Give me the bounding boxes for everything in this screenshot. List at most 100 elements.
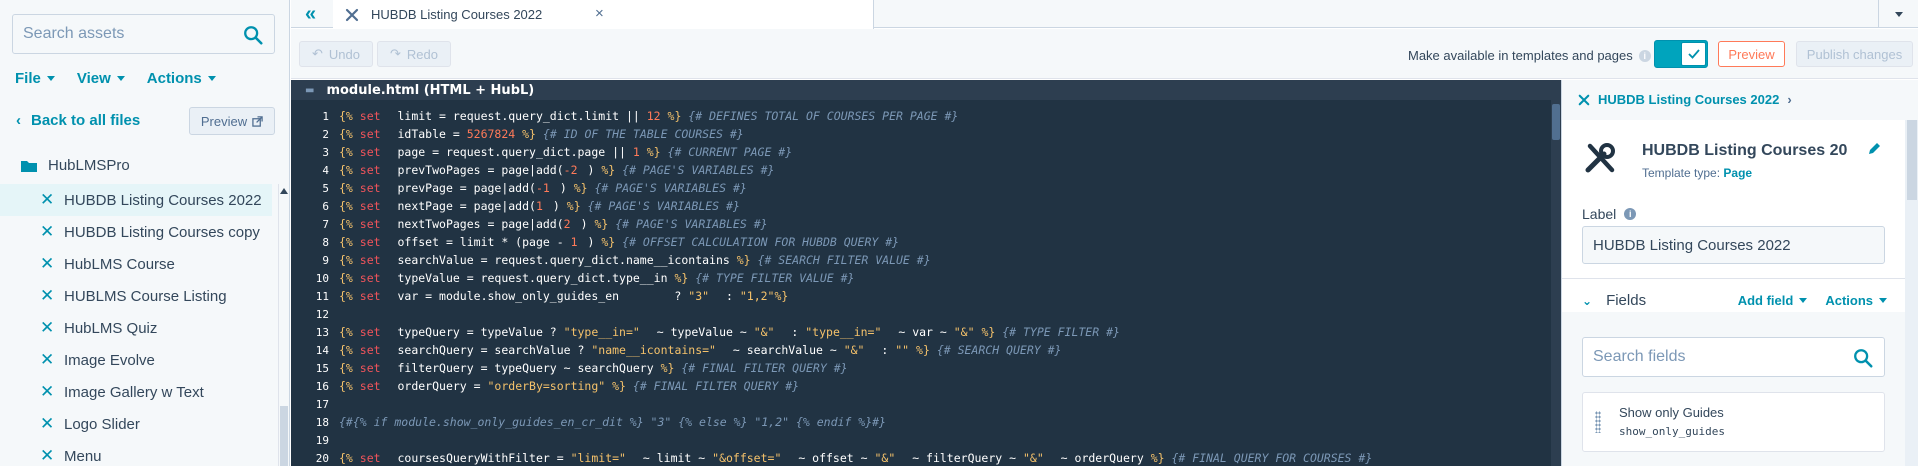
field-card[interactable]: Show only Guides show_only_guides [1582, 392, 1885, 452]
wrench-screwdriver-icon [1585, 143, 1615, 173]
chevron-down-icon[interactable]: ▬ [305, 85, 314, 96]
tree-item[interactable]: ✕ HUBLMS Course Listing [0, 280, 272, 312]
edit-pencil-icon[interactable] [1867, 142, 1881, 156]
code-token: ~ orderQuery [1053, 451, 1144, 465]
preview-button[interactable]: Preview [1718, 41, 1785, 67]
scrollbar-thumb[interactable] [1907, 120, 1917, 200]
tree-item[interactable]: ✕ Logo Slider [0, 408, 272, 440]
line-number: 20 [315, 451, 329, 465]
code-line[interactable]: 19 [291, 431, 1551, 449]
code-line[interactable]: 4 {% set prevTwoPages = page|add(-2) %} {… [291, 161, 1551, 179]
actions-menu[interactable]: Actions [147, 70, 216, 87]
code-line[interactable]: 6 {% set nextPage = page|add(1) %} {# PAG… [291, 197, 1551, 215]
editor-file-header[interactable]: ▬ module.html (HTML + HubL) [291, 80, 1561, 100]
tree-item[interactable]: ✕ Image Gallery w Text [0, 376, 272, 408]
sidebar-preview-button[interactable]: Preview [189, 107, 275, 135]
code-token: ~ offset ~ [791, 451, 875, 465]
scrollbar-thumb[interactable] [1552, 104, 1560, 140]
add-field-button[interactable]: Add field [1738, 293, 1808, 308]
field-key: show_only_guides [1619, 425, 1725, 438]
code-line[interactable]: 2 {% set idTable = 5267824 %} {# ID OF TH… [291, 125, 1551, 143]
template-type-link[interactable]: Page [1723, 166, 1752, 180]
code-line[interactable]: 8 {% set offset = limit * (page - 1) %} {… [291, 233, 1551, 251]
code-lines[interactable]: 1 {% set limit = request.query_dict.limit… [291, 107, 1551, 466]
code-token: %} [566, 181, 588, 195]
search-icon[interactable] [242, 24, 264, 46]
code-text: {% set nextTwoPages = page|add(2) %} {# … [329, 217, 768, 231]
code-token: "&" [953, 325, 975, 339]
code-token: {# CURRENT PAGE #} [660, 145, 793, 159]
search-icon[interactable] [1852, 347, 1874, 369]
undo-label: Undo [328, 46, 360, 62]
code-token: ) [580, 217, 588, 231]
line-number: 9 [322, 253, 329, 267]
code-text: {% set limit = request.query_dict.limit … [329, 109, 958, 123]
back-to-files-link[interactable]: ‹ Back to all files [16, 112, 140, 129]
inspector-breadcrumb[interactable]: HUBDB Listing Courses 2022 › [1578, 92, 1792, 107]
chevron-down-icon [116, 76, 125, 81]
tree-item[interactable]: ✕ HubLMS Course [0, 248, 272, 280]
scrollbar-thumb[interactable] [280, 406, 288, 466]
info-icon[interactable]: i [1624, 208, 1637, 220]
tree-item[interactable]: ✕ HubLMS Quiz [0, 312, 272, 344]
code-editor[interactable]: ▬ module.html (HTML + HubL) 1 {% set limi… [291, 80, 1561, 466]
code-line[interactable]: 13 {% set typeQuery = typeValue ? "type__… [291, 323, 1551, 341]
code-line[interactable]: 12 [291, 305, 1551, 323]
code-line[interactable]: 3 {% set page = request.query_dict.page |… [291, 143, 1551, 161]
line-number: 14 [315, 343, 329, 357]
chevron-down-icon[interactable]: ⌄ [1582, 294, 1592, 308]
code-line[interactable]: 15 {% set filterQuery = typeQuery ~ searc… [291, 359, 1551, 377]
line-number: 18 [315, 415, 329, 429]
availability-toggle[interactable] [1654, 40, 1708, 68]
availability-text: Make available in templates and pages [1408, 48, 1633, 63]
asset-search-box[interactable] [12, 14, 275, 54]
tree-item[interactable]: ✕ HUBDB Listing Courses copy [0, 216, 272, 248]
sidebar-scrollbar[interactable] [278, 184, 288, 466]
asset-search-input[interactable] [13, 15, 233, 53]
code-token: %} [515, 127, 536, 141]
code-token: %} [1143, 451, 1165, 465]
view-menu[interactable]: View [77, 70, 125, 87]
tree-item[interactable]: ✕ HUBDB Listing Courses 2022 [0, 184, 272, 216]
code-line[interactable]: 16 {% set orderQuery = "orderBy=sorting" … [291, 377, 1551, 395]
code-token: "&" [874, 451, 896, 465]
tab-overflow-menu[interactable] [1878, 0, 1918, 28]
code-line[interactable]: 9 {% set searchValue = request.query_dict… [291, 251, 1551, 269]
fields-search-input[interactable] [1583, 338, 1843, 376]
collapse-sidebar-icon[interactable]: « [305, 3, 316, 26]
code-token: nextTwoPages = page|add( [397, 217, 564, 231]
code-token: set [359, 181, 388, 195]
tree-item[interactable]: ✕ Menu [0, 440, 272, 466]
file-menu[interactable]: File [15, 70, 55, 87]
code-line[interactable]: 11 {% set var = module.show_only_guides_e… [291, 287, 1551, 305]
code-line[interactable]: 14 {% set searchQuery = searchValue ? "na… [291, 341, 1551, 359]
code-line[interactable]: 7 {% set nextTwoPages = page|add(2) %} {#… [291, 215, 1551, 233]
tab-hubdb-listing[interactable]: HUBDB Listing Courses 2022 × [333, 0, 874, 29]
code-line[interactable]: 17 [291, 395, 1551, 413]
code-line[interactable]: 20 {% set coursesQueryWithFilter = "limit… [291, 449, 1551, 466]
close-icon[interactable]: × [595, 5, 604, 22]
redo-button[interactable]: ↷ Redo [377, 41, 451, 67]
undo-button[interactable]: ↶ Undo [299, 41, 373, 67]
code-line[interactable]: 18 {#{% if module.show_only_guides_en_cr_… [291, 413, 1551, 431]
drag-handle-icon[interactable] [1595, 411, 1601, 433]
redo-label: Redo [406, 46, 438, 62]
fields-actions-button[interactable]: Actions [1825, 293, 1887, 308]
code-line[interactable]: 10 {% set typeValue = request.query_dict.… [291, 269, 1551, 287]
code-token: {% [339, 451, 360, 465]
code-token: "type__in=" [805, 325, 882, 339]
module-title: HUBDB Listing Courses 2022 [1642, 142, 1847, 159]
info-icon[interactable]: i [1638, 49, 1651, 62]
code-line[interactable]: 5 {% set prevPage = page|add(-1) %} {# PA… [291, 179, 1551, 197]
label-input[interactable]: HUBDB Listing Courses 2022 [1582, 226, 1885, 264]
tree-item[interactable]: ✕ Image Evolve [0, 344, 272, 376]
code-token: set [359, 217, 388, 231]
folder-hublmspro[interactable]: HubLMSPro [20, 157, 130, 174]
editor-scrollbar[interactable] [1551, 100, 1561, 466]
code-line[interactable]: 1 {% set limit = request.query_dict.limit… [291, 107, 1551, 125]
line-number: 3 [322, 145, 329, 159]
publish-changes-button[interactable]: Publish changes [1796, 41, 1913, 67]
fields-search-box[interactable] [1582, 337, 1885, 377]
inspector-scrollbar[interactable] [1905, 120, 1918, 466]
scroll-up-icon[interactable] [280, 188, 288, 194]
